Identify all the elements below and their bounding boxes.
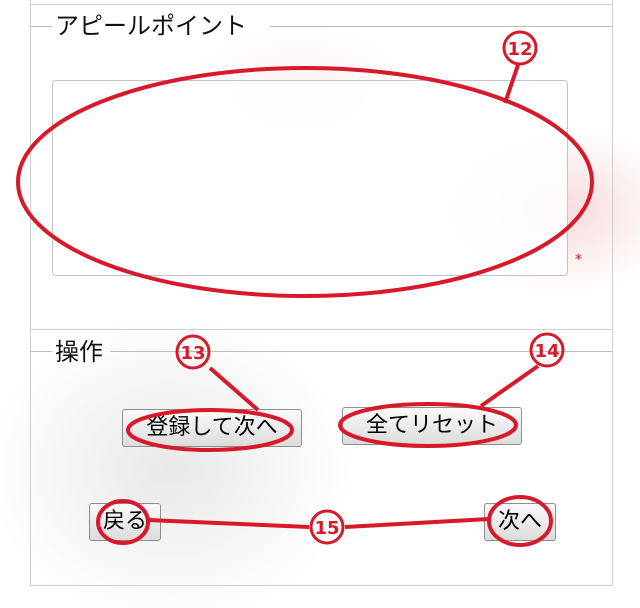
- fieldset-border-right: [270, 26, 613, 27]
- required-mark: *: [575, 252, 582, 268]
- back-button[interactable]: 戻る: [89, 503, 161, 541]
- section-divider: [30, 329, 613, 330]
- register-and-next-button[interactable]: 登録して次へ: [122, 409, 302, 447]
- fieldset-border-right: [110, 351, 613, 352]
- fieldset-border-left: [30, 351, 52, 352]
- fieldset-border-left: [30, 26, 52, 27]
- reset-all-button[interactable]: 全てリセット: [342, 407, 522, 445]
- operation-legend: 操作: [55, 338, 103, 366]
- appeal-legend: アピールポイント: [55, 12, 247, 40]
- appeal-point-textarea[interactable]: [52, 80, 568, 276]
- next-button[interactable]: 次へ: [484, 503, 556, 541]
